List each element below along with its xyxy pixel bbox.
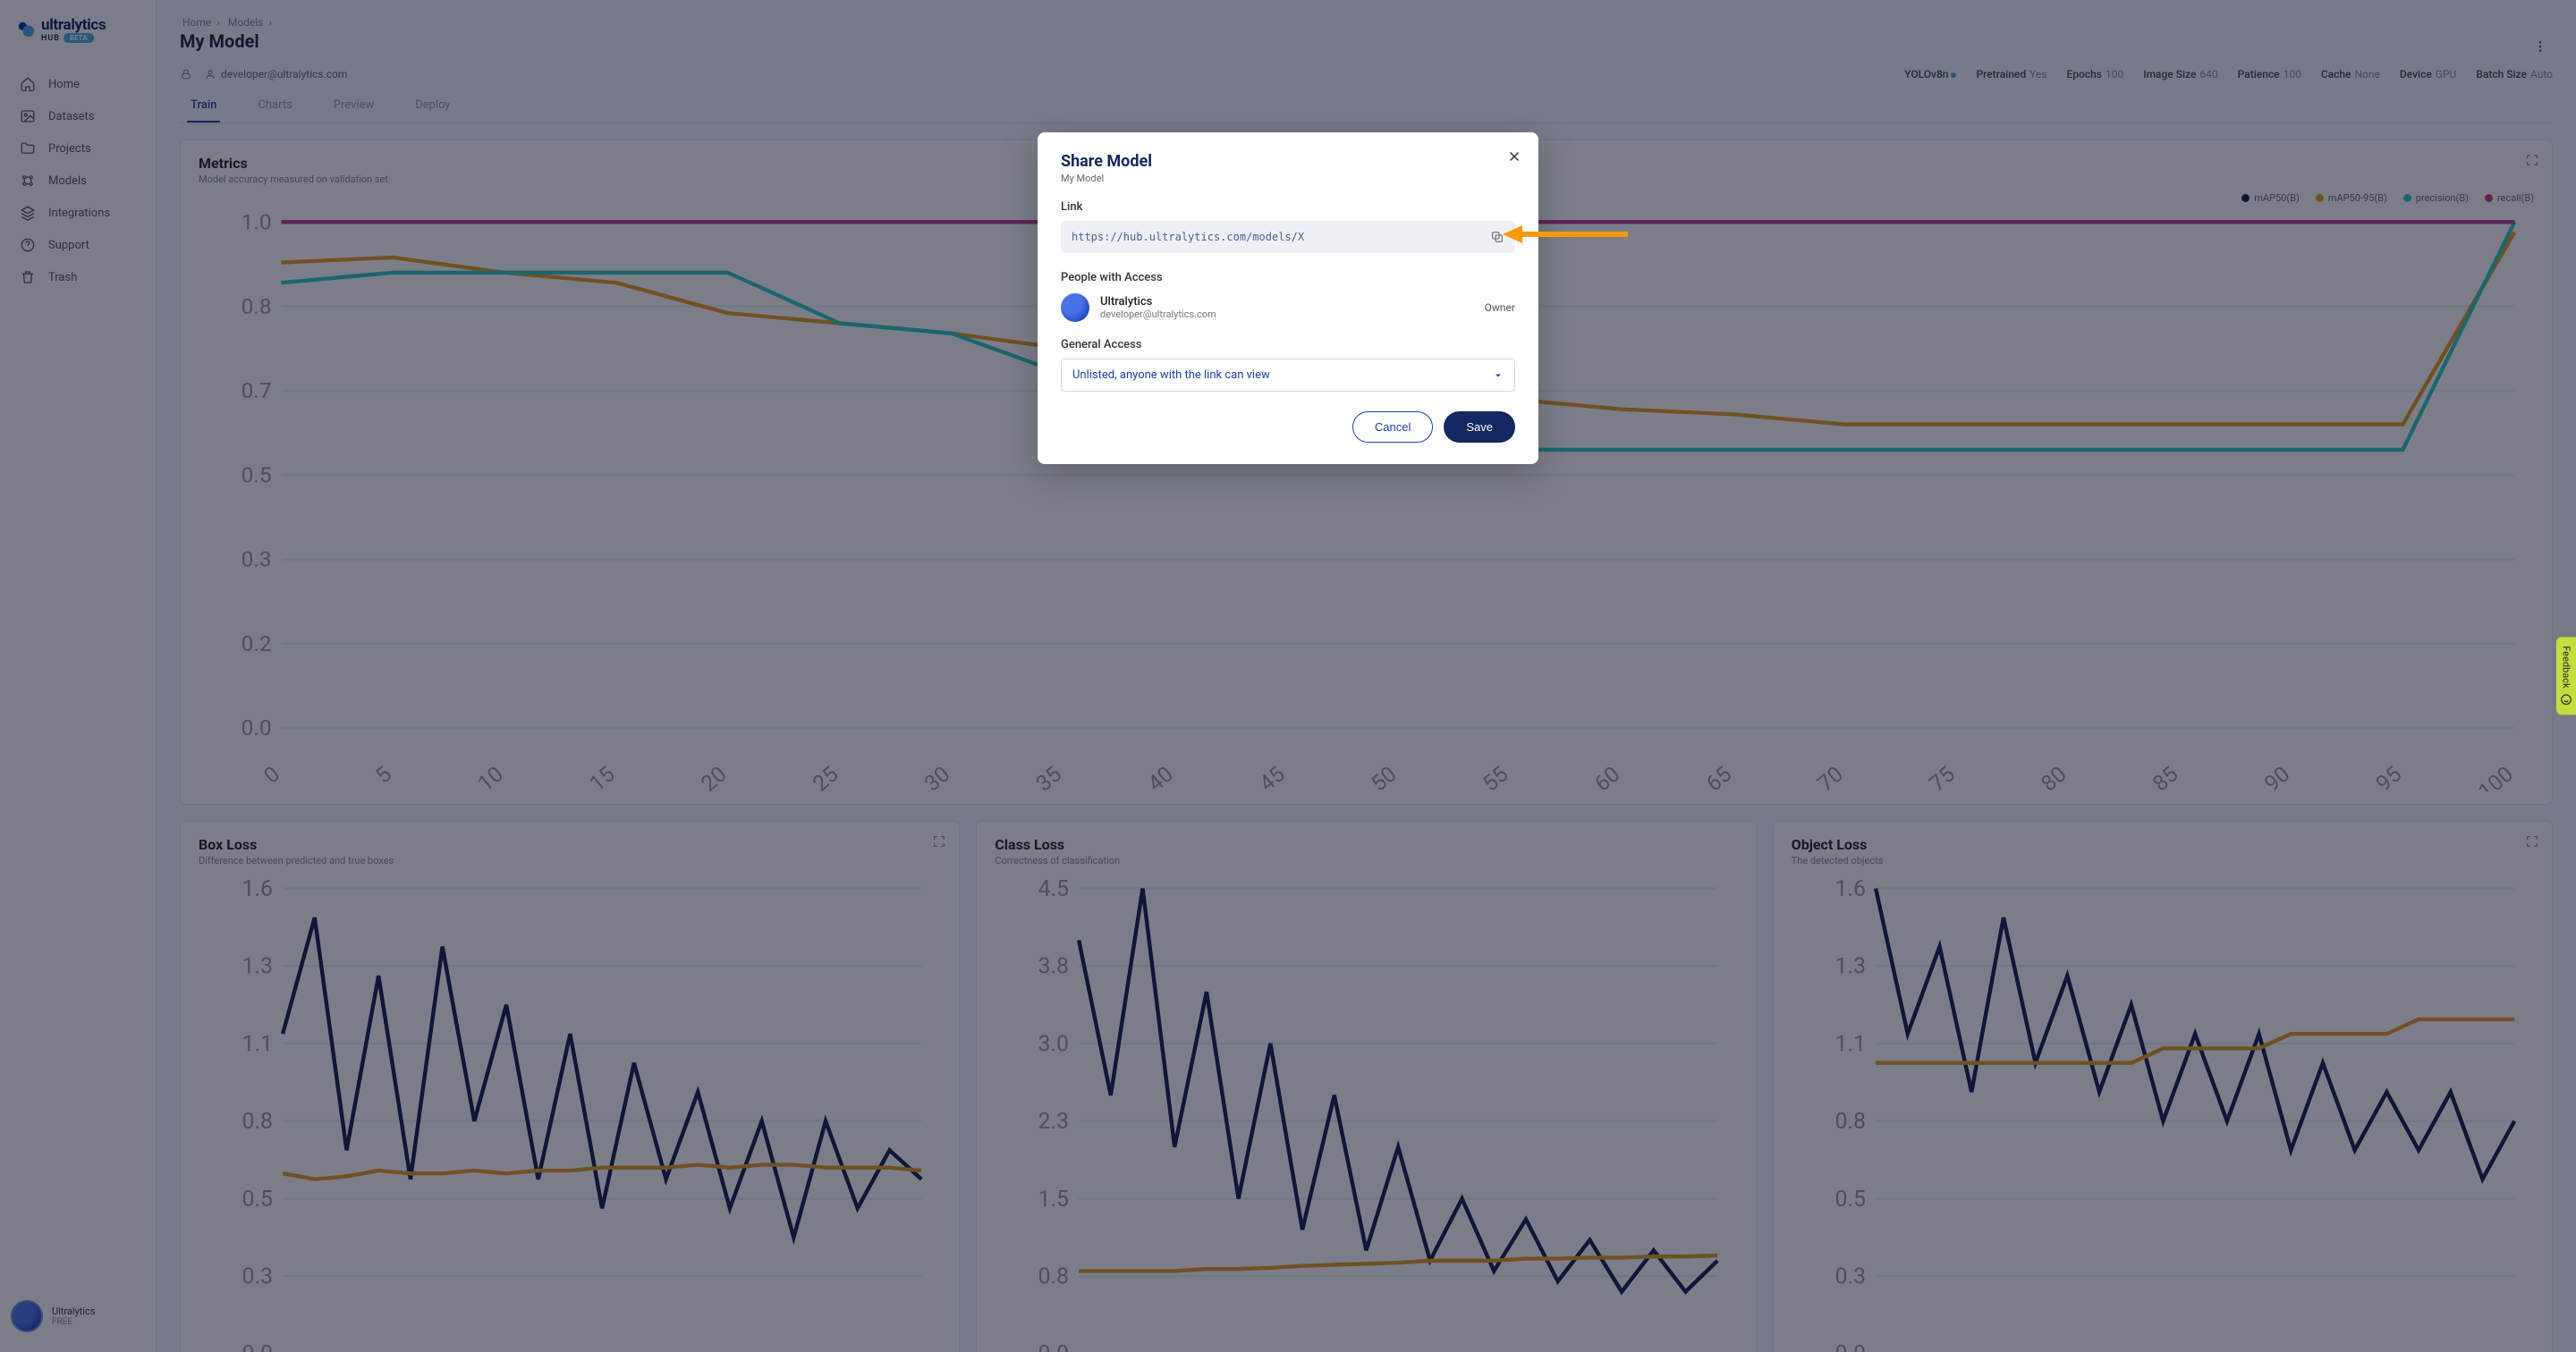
chevron-down-icon bbox=[1493, 370, 1504, 381]
link-box: https://hub.ultralytics.com/models/X bbox=[1061, 221, 1515, 253]
person-name: Ultralytics bbox=[1100, 295, 1216, 308]
modal-subtitle: My Model bbox=[1061, 173, 1515, 184]
person-role: Owner bbox=[1485, 301, 1515, 314]
person-row: Ultralytics developer@ultralytics.com Ow… bbox=[1061, 293, 1515, 322]
cancel-button[interactable]: Cancel bbox=[1352, 411, 1433, 443]
smile-icon bbox=[2560, 694, 2572, 706]
modal-overlay[interactable]: Share Model My Model Link https://hub.ul… bbox=[0, 0, 2576, 1352]
share-modal: Share Model My Model Link https://hub.ul… bbox=[1038, 132, 1538, 464]
people-label: People with Access bbox=[1061, 271, 1515, 284]
feedback-tab[interactable]: Feedback bbox=[2556, 637, 2576, 714]
modal-title: Share Model bbox=[1061, 152, 1515, 171]
avatar bbox=[1061, 293, 1089, 322]
person-email: developer@ultralytics.com bbox=[1100, 308, 1216, 320]
save-button[interactable]: Save bbox=[1444, 411, 1515, 443]
copy-icon[interactable] bbox=[1490, 230, 1504, 244]
share-link[interactable]: https://hub.ultralytics.com/models/X bbox=[1072, 231, 1490, 243]
access-label: General Access bbox=[1061, 338, 1515, 351]
arrow-annotation bbox=[1503, 224, 1628, 245]
access-select[interactable]: Unlisted, anyone with the link can view bbox=[1061, 359, 1515, 392]
access-value: Unlisted, anyone with the link can view bbox=[1072, 368, 1270, 382]
link-label: Link bbox=[1061, 200, 1515, 214]
close-icon[interactable] bbox=[1506, 148, 1522, 165]
